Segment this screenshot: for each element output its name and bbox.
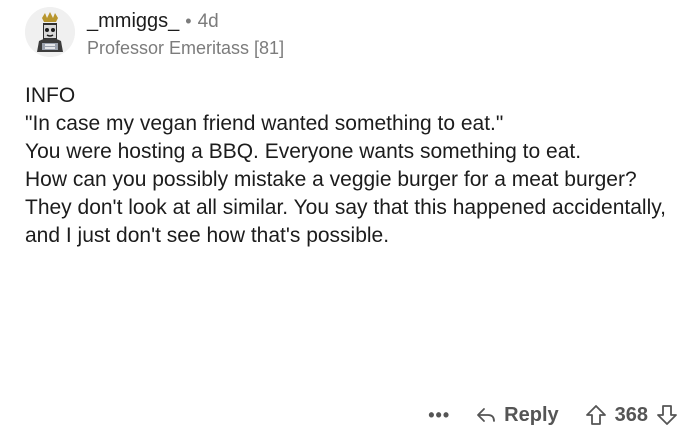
comment-actions: ••• Reply 368 bbox=[428, 398, 678, 432]
downvote-arrow-icon[interactable] bbox=[656, 403, 678, 427]
comment: _mmiggs_ • 4d Professor Emeritass [81] I… bbox=[0, 0, 700, 442]
comment-age: 4d bbox=[197, 11, 219, 32]
reply-label: Reply bbox=[504, 403, 559, 426]
user-flair: Professor Emeritass [81] bbox=[87, 38, 285, 58]
vote-score: 368 bbox=[614, 403, 648, 426]
user-line: _mmiggs_ • 4d bbox=[87, 9, 284, 34]
comment-header: _mmiggs_ • 4d Professor Emeritass [81] bbox=[25, 7, 284, 63]
comment-meta: _mmiggs_ • 4d Professor Emeritass [81] bbox=[87, 7, 284, 59]
meta-separator: • bbox=[185, 11, 192, 31]
comment-paragraph-info: INFO bbox=[25, 84, 76, 107]
comment-paragraph-quote: "In case my vegan friend wanted somethin… bbox=[25, 112, 504, 135]
comment-paragraph-bbq: You were hosting a BBQ. Everyone wants s… bbox=[25, 140, 582, 163]
comment-paragraph-burger: How can you possibly mistake a veggie bu… bbox=[25, 168, 667, 247]
comment-body: INFO "In case my vegan friend wanted som… bbox=[25, 82, 675, 250]
reply-arrow-icon bbox=[474, 403, 498, 427]
avatar[interactable] bbox=[25, 7, 75, 57]
vote-controls: 368 bbox=[585, 403, 678, 427]
reply-button[interactable]: Reply bbox=[474, 403, 559, 427]
more-options-button[interactable]: ••• bbox=[428, 405, 450, 426]
author-link[interactable]: _mmiggs_ bbox=[87, 9, 179, 33]
upvote-arrow-icon[interactable] bbox=[585, 403, 607, 427]
avatar-icon bbox=[25, 7, 75, 57]
